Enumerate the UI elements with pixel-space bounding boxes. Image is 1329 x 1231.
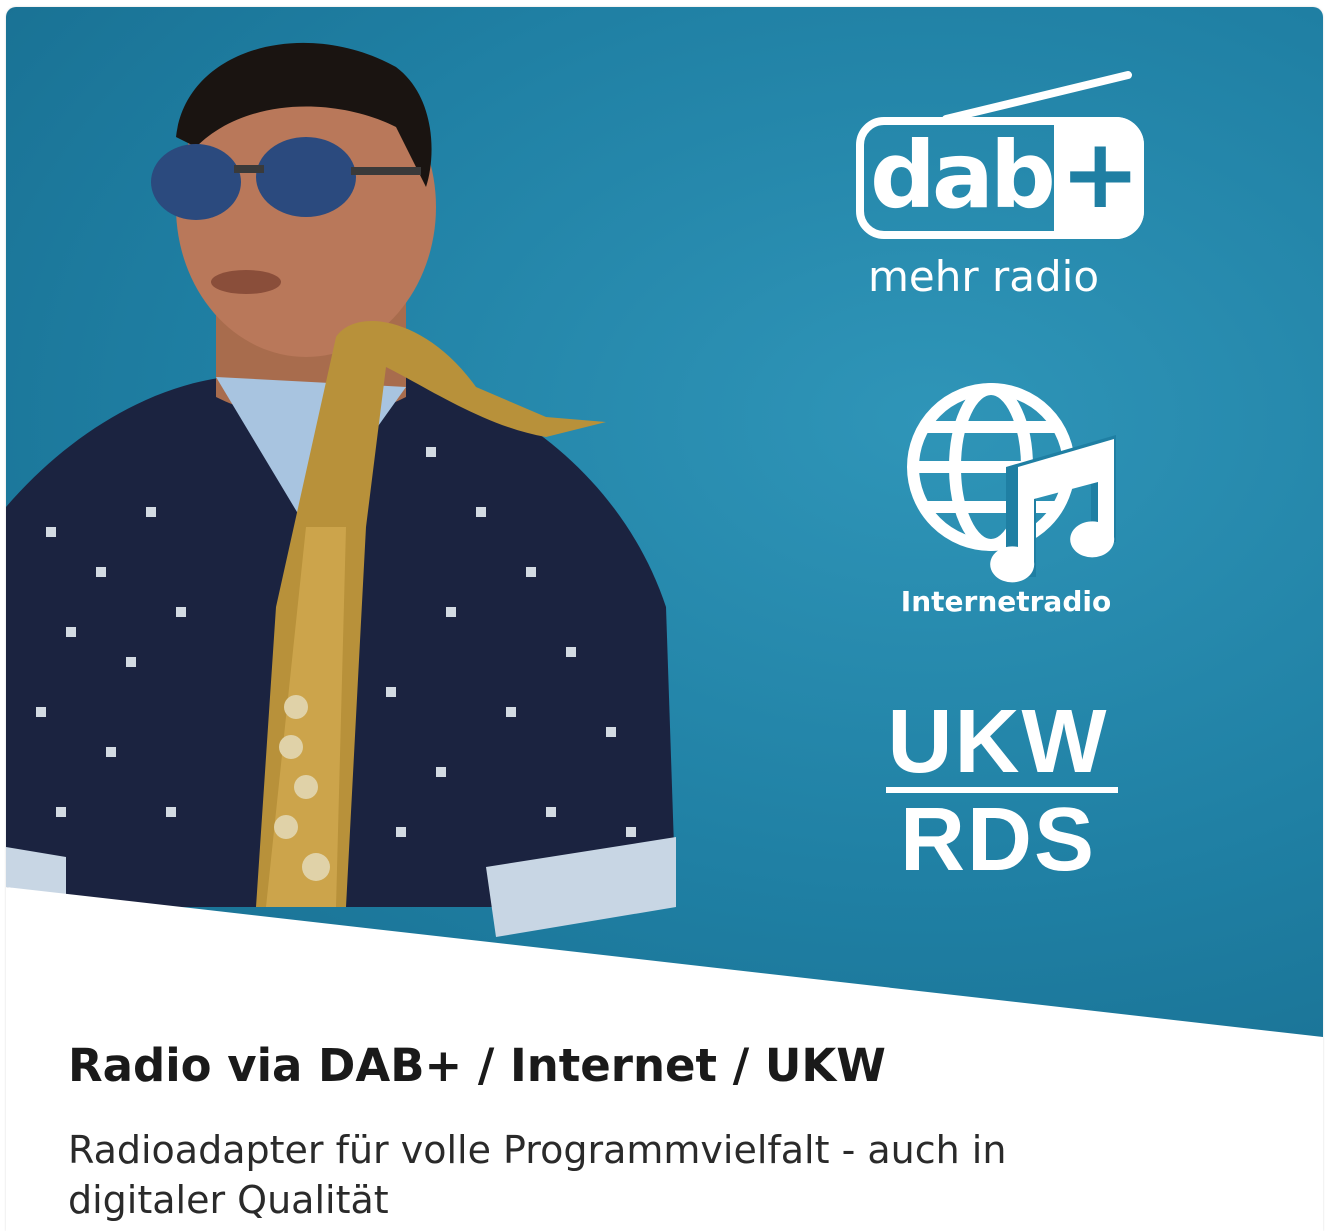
internetradio-label: Internetradio [900, 585, 1112, 618]
caption-title: Radio via DAB+ / Internet / UKW [68, 1039, 886, 1092]
ukw-label: UKW [887, 692, 1109, 792]
dab-logo-plus: + [1060, 118, 1141, 230]
dab-tagline: mehr radio [868, 252, 1100, 301]
dab-plus-logo: dab + mehr radio [856, 62, 1156, 312]
globe-music-icon [907, 383, 1116, 583]
dab-logo-text: dab [870, 122, 1056, 229]
caption-subtitle: Radioadapter für volle Programmvielfalt … [68, 1128, 1007, 1222]
internetradio-logo: Internetradio [886, 377, 1136, 637]
rds-label: RDS [899, 790, 1097, 890]
ukw-rds-logo: UKW RDS [878, 697, 1128, 887]
product-card: dab + mehr radio Internetradio UKW RDS R… [6, 7, 1323, 1231]
hero-image: dab + mehr radio Internetradio UKW RDS [6, 7, 1323, 1037]
